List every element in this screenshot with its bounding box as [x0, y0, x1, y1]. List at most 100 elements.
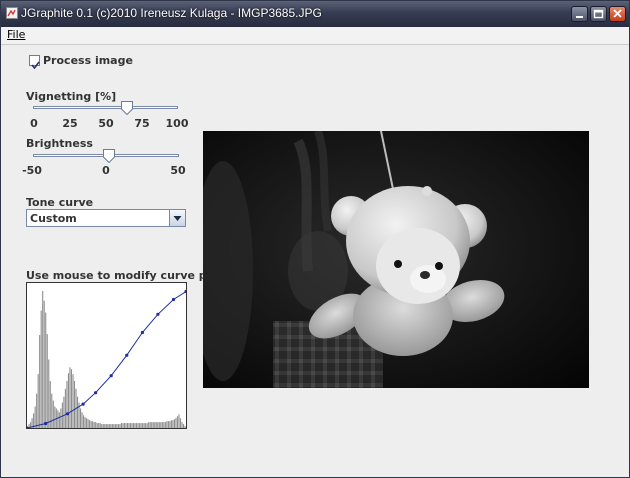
histogram-bar — [163, 422, 165, 428]
tone-curve-editor[interactable] — [26, 282, 187, 429]
histogram-bar — [58, 412, 60, 428]
vignetting-slider-thumb[interactable] — [120, 101, 133, 115]
histogram-bar — [176, 416, 179, 428]
histogram-bar — [36, 393, 38, 428]
histogram-bar — [169, 421, 171, 428]
menu-file[interactable]: File — [7, 28, 25, 41]
histogram-bar — [105, 424, 107, 428]
histogram-bar — [139, 423, 141, 428]
histogram-bar — [45, 312, 47, 428]
histogram-bar — [184, 426, 186, 428]
histogram-bar — [131, 423, 133, 428]
histogram-bar — [80, 408, 82, 428]
histogram-bar — [129, 423, 132, 428]
brightness-tick: 50 — [170, 164, 186, 177]
close-icon — [613, 9, 622, 18]
histogram-bar — [154, 422, 156, 428]
histogram-bar — [42, 291, 44, 428]
histogram-bar — [104, 424, 106, 428]
histogram-bar — [86, 418, 88, 428]
vignetting-tick: 75 — [134, 117, 150, 130]
histogram-bar — [83, 415, 85, 428]
chevron-down-icon — [173, 216, 182, 221]
app-icon — [6, 7, 18, 19]
close-button[interactable] — [609, 6, 626, 22]
maximize-icon — [593, 9, 604, 19]
histogram-bar — [134, 423, 136, 428]
histogram-bar — [70, 369, 73, 428]
histogram-bar — [110, 424, 112, 428]
process-image-checkbox[interactable] — [29, 55, 40, 70]
histogram-bar — [117, 424, 119, 428]
curve-control-point[interactable] — [44, 421, 48, 426]
curve-control-point[interactable] — [140, 330, 144, 335]
histogram-bar — [64, 388, 66, 428]
histogram-bar — [175, 418, 177, 428]
histogram-bar — [69, 367, 71, 428]
histogram-bar — [133, 423, 135, 428]
histogram-bar — [51, 393, 53, 428]
menu-bar: File — [1, 27, 629, 45]
histogram-bar — [73, 381, 76, 428]
tone-curve-chart[interactable] — [27, 283, 186, 428]
tone-curve-select[interactable]: Custom — [26, 209, 186, 227]
vignetting-slider-track[interactable] — [33, 106, 178, 109]
curve-control-point[interactable] — [156, 312, 160, 316]
histogram-bar — [146, 423, 148, 428]
curve-control-point[interactable] — [109, 374, 113, 378]
histogram-bar — [46, 334, 48, 428]
histogram-bar — [119, 424, 121, 428]
histogram-bar — [95, 422, 97, 428]
brightness-slider-thumb[interactable] — [102, 149, 115, 163]
tone-curve-selected-value: Custom — [30, 212, 77, 225]
histogram-bar — [167, 421, 169, 428]
checkmark-icon — [31, 61, 40, 70]
histogram-bar — [37, 374, 39, 428]
histogram-bar — [114, 424, 116, 428]
histogram-bar — [92, 421, 94, 428]
histogram-bar — [101, 424, 103, 428]
curve-control-point[interactable] — [125, 353, 129, 357]
histogram-bar — [52, 400, 54, 428]
minimize-button[interactable] — [571, 6, 588, 22]
vignetting-tick: 0 — [30, 117, 38, 130]
vignetting-tick: 25 — [62, 117, 78, 130]
histogram-bar — [108, 424, 110, 428]
title-bar[interactable]: JGraphite 0.1 (c)2010 Ireneusz Kulaga - … — [1, 1, 629, 27]
histogram-bar — [87, 419, 89, 428]
vignetting-label: Vignetting [%] — [26, 90, 117, 103]
histogram-bar — [178, 414, 180, 428]
histogram-bar — [128, 423, 130, 428]
histogram-bar — [143, 423, 145, 428]
histogram-bar — [140, 423, 142, 428]
histogram-bar — [151, 422, 153, 428]
histogram-bar — [72, 374, 74, 428]
process-image-label[interactable]: Process image — [43, 54, 133, 67]
histogram-bar — [60, 408, 62, 428]
histogram-bar — [125, 423, 127, 428]
histogram-bar — [63, 396, 65, 428]
curve-control-point[interactable] — [94, 391, 98, 395]
window-title: JGraphite 0.1 (c)2010 Ireneusz Kulaga - … — [21, 6, 322, 20]
histogram-bar — [149, 422, 151, 428]
histogram-bar — [107, 424, 109, 428]
histogram-bar — [98, 423, 100, 428]
histogram-bar — [89, 420, 91, 428]
tone-curve-line — [27, 291, 186, 428]
histogram-bar — [93, 422, 95, 428]
histogram-bar — [181, 422, 183, 428]
histogram-bar — [166, 421, 168, 428]
curve-control-point[interactable] — [27, 426, 29, 428]
histogram-bar — [48, 359, 50, 428]
histogram-bar — [145, 423, 147, 428]
maximize-button[interactable] — [590, 6, 607, 22]
curve-control-point[interactable] — [65, 412, 70, 416]
tone-curve-dropdown-button[interactable] — [169, 210, 185, 226]
histogram-bar — [161, 422, 163, 428]
curve-control-point[interactable] — [171, 297, 176, 302]
histogram-bar — [152, 422, 154, 428]
curve-control-point[interactable] — [81, 402, 85, 406]
histogram-bar — [120, 423, 122, 428]
histogram-bar — [102, 424, 104, 428]
histogram-bar — [39, 335, 41, 428]
